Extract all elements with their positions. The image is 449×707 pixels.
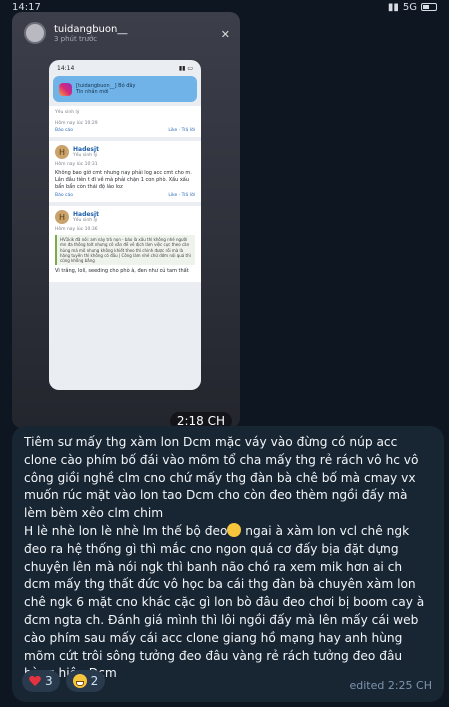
message-text-part1: Tiêm sư mấy thg xàm lon Dcm mặc váy vào …: [24, 435, 419, 538]
post-quote: HV1kik đã nói: am này trò nọn - báo là x…: [55, 235, 195, 266]
reaction-count: 3: [45, 674, 53, 688]
reply-link: Trả lời: [181, 128, 195, 133]
post-body: Không bao giờ cmt nhưng nay phải log acc…: [55, 170, 192, 190]
instagram-icon: [59, 82, 72, 96]
report-link: Báo cáo: [55, 193, 74, 199]
notification-banner: [tuidangbuon__] Bỏ đây Tin nhắn mới: [53, 76, 197, 102]
grinning-face-icon: [72, 674, 87, 688]
story-header: tuidangbuon__ 3 phút trước: [24, 22, 127, 44]
message-text-part2: ngai à xàm lon vcl chê ngk đeo ra hệ thố…: [24, 523, 425, 680]
like-link: Like: [168, 128, 178, 133]
inner-clock: 14:14: [57, 64, 75, 72]
post-meta: Hôm nay lúc 10:29: [55, 121, 98, 126]
message-text: Tiêm sư mấy thg xàm lon Dcm mặc váy vào …: [24, 434, 432, 683]
inner-status-bar: 14:14 ▮▮ ▭: [49, 60, 201, 76]
story-username[interactable]: tuidangbuon__: [54, 24, 127, 35]
avatar: H: [55, 145, 69, 159]
like-link: Like: [168, 193, 178, 199]
edited-timestamp: edited 2:25 CH: [349, 679, 432, 692]
post-rank: Yếu sinh lý: [55, 110, 80, 115]
forum-post: Yếu sinh lý Hôm nay lúc 10:29 Báo cáo Li…: [49, 106, 201, 137]
avatar: H: [55, 210, 69, 225]
notification-body: Tin nhắn mới: [76, 89, 109, 95]
inner-screenshot: 14:14 ▮▮ ▭ [tuidangbuon__] Bỏ đây Tin nh…: [49, 60, 201, 390]
post-body: Vì trắng, lolí, seeding cho phò à, đen n…: [55, 268, 189, 275]
reaction-grin[interactable]: 2: [65, 670, 106, 692]
close-icon[interactable]: ✕: [221, 28, 230, 41]
battery-icon: [421, 3, 437, 11]
network-label: 5G: [402, 1, 417, 13]
reactions-bar: 3 2: [22, 670, 106, 692]
heart-icon: [29, 676, 41, 687]
forum-post: H Hadesjt Yếu sinh lý Hôm nay lúc 10:36 …: [49, 206, 201, 282]
post-meta: Hôm nay lúc 10:36: [55, 227, 98, 233]
story-media[interactable]: tuidangbuon__ 3 phút trước ✕ 14:14 ▮▮ ▭ …: [12, 12, 240, 428]
forum-post: H Hadesjt Yếu sinh lý Hôm nay lúc 10:31 …: [49, 141, 201, 203]
post-author: Hadesjt: [73, 146, 99, 153]
signal-icon: ▮▮: [387, 1, 399, 13]
message-bubble[interactable]: Tiêm sư mấy thg xàm lon Dcm mặc váy vào …: [12, 426, 444, 702]
post-meta: Hôm nay lúc 10:31: [55, 162, 98, 167]
grimacing-face-icon: [227, 522, 242, 537]
post-rank: Yếu sinh lý: [73, 218, 98, 224]
inner-signal-icon: ▮▮ ▭: [178, 64, 193, 72]
avatar[interactable]: [24, 22, 46, 44]
reaction-count: 2: [90, 674, 99, 688]
reply-link: Trả lời: [181, 193, 195, 199]
story-posted-time: 3 phút trước: [54, 34, 98, 43]
report-link: Báo cáo: [55, 128, 74, 133]
reaction-heart[interactable]: 3: [22, 670, 60, 692]
post-rank: Yếu sinh lý: [73, 153, 98, 158]
clock: 14:17: [12, 1, 41, 13]
